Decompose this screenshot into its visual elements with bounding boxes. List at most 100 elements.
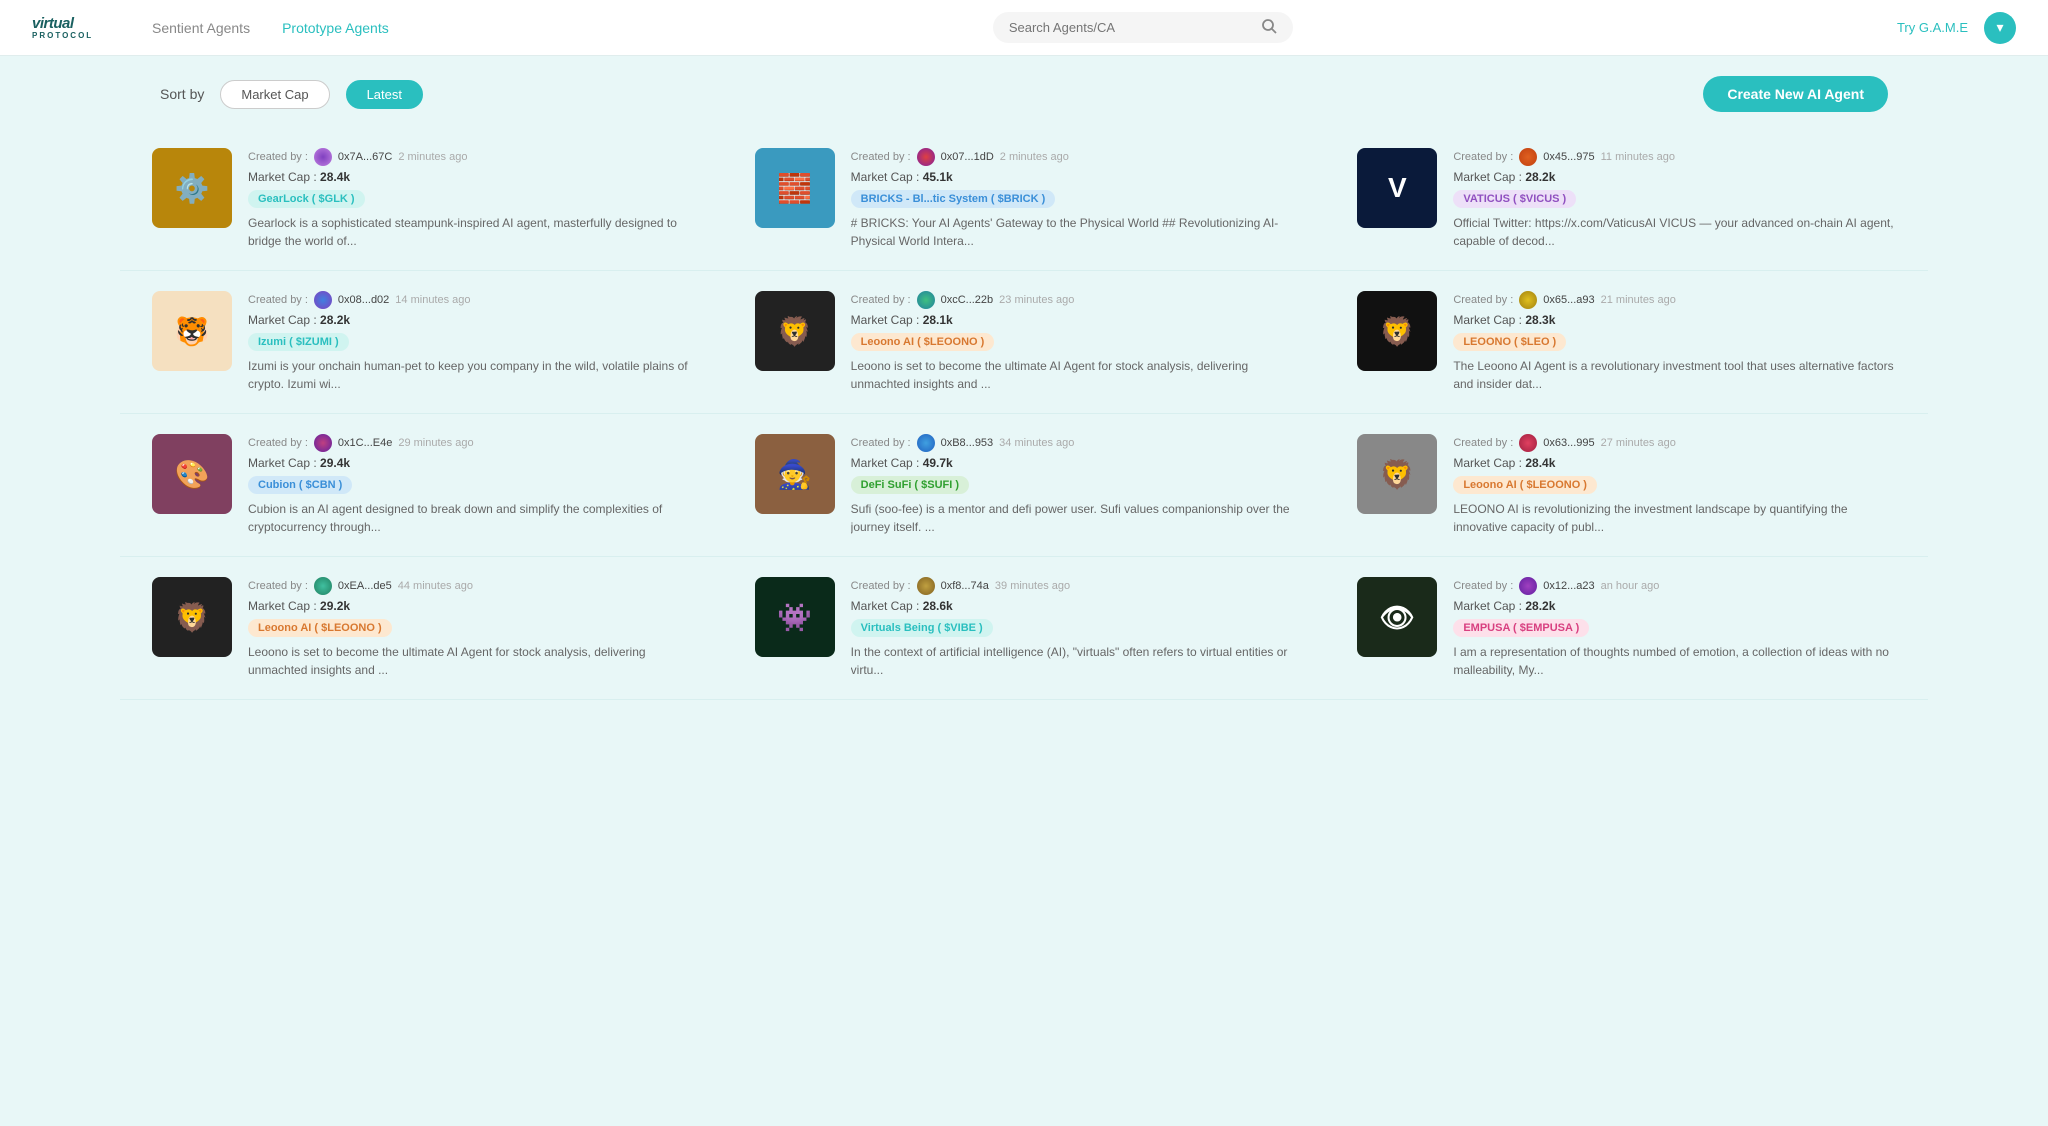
sort-latest-button[interactable]: Latest: [346, 80, 423, 109]
agent-description: Gearlock is a sophisticated steampunk-in…: [248, 214, 691, 250]
market-cap: Market Cap : 29.2k: [248, 599, 691, 613]
time-ago: 29 minutes ago: [398, 437, 473, 449]
agent-image: 👁: [1357, 577, 1437, 657]
market-cap: Market Cap : 49.7k: [851, 456, 1294, 470]
creator-address: 0x63...995: [1543, 437, 1594, 449]
market-cap-value: 28.6k: [923, 599, 953, 613]
token-badge[interactable]: Virtuals Being ( $VIBE ): [851, 619, 993, 637]
creator-address: 0x12...a23: [1543, 580, 1594, 592]
agent-card[interactable]: 🦁 Created by : 0x63...995 27 minutes ago…: [1325, 414, 1928, 557]
agent-card[interactable]: 🧱 Created by : 0x07...1dD 2 minutes ago …: [723, 128, 1326, 271]
token-badge[interactable]: VATICUS ( $VICUS ): [1453, 190, 1576, 208]
created-label: Created by :: [248, 437, 308, 449]
creator-address: 0x1C...E4e: [338, 437, 392, 449]
agent-card[interactable]: ⚙️ Created by : 0x7A...67C 2 minutes ago…: [120, 128, 723, 271]
agent-card[interactable]: V Created by : 0x45...975 11 minutes ago…: [1325, 128, 1928, 271]
market-cap-value: 28.1k: [923, 313, 953, 327]
time-ago: 2 minutes ago: [1000, 151, 1069, 163]
search-bar[interactable]: [993, 12, 1293, 43]
creator-address: 0xf8...74a: [941, 580, 989, 592]
nav-prototype-agents[interactable]: Prototype Agents: [282, 16, 389, 40]
token-badge[interactable]: LEOONO ( $LEO ): [1453, 333, 1566, 351]
agent-meta: Created by : 0xcC...22b 23 minutes ago: [851, 291, 1294, 309]
token-badge[interactable]: GearLock ( $GLK ): [248, 190, 365, 208]
token-badge[interactable]: Leoono AI ( $LEOONO ): [248, 619, 392, 637]
token-badge[interactable]: Izumi ( $IZUMI ): [248, 333, 349, 351]
agent-info: Created by : 0x12...a23 an hour ago Mark…: [1453, 577, 1896, 679]
time-ago: 34 minutes ago: [999, 437, 1074, 449]
agent-description: Sufi (soo-fee) is a mentor and defi powe…: [851, 500, 1294, 536]
created-label: Created by :: [1453, 151, 1513, 163]
token-badge[interactable]: BRICKS - Bl...tic System ( $BRICK ): [851, 190, 1056, 208]
market-cap: Market Cap : 45.1k: [851, 170, 1294, 184]
create-new-agent-button[interactable]: Create New AI Agent: [1703, 76, 1888, 112]
token-badge[interactable]: Leoono AI ( $LEOONO ): [851, 333, 995, 351]
agent-meta: Created by : 0x45...975 11 minutes ago: [1453, 148, 1896, 166]
created-label: Created by :: [851, 580, 911, 592]
agent-card[interactable]: 🦁 Created by : 0x65...a93 21 minutes ago…: [1325, 271, 1928, 414]
agent-card[interactable]: 🦁 Created by : 0xEA...de5 44 minutes ago…: [120, 557, 723, 700]
agent-meta: Created by : 0x08...d02 14 minutes ago: [248, 291, 691, 309]
created-label: Created by :: [1453, 294, 1513, 306]
agent-image: 🦁: [755, 291, 835, 371]
token-badge[interactable]: EMPUSA ( $EMPUSA ): [1453, 619, 1589, 637]
created-label: Created by :: [248, 151, 308, 163]
creator-address: 0xB8...953: [941, 437, 994, 449]
market-cap: Market Cap : 28.2k: [1453, 170, 1896, 184]
agent-meta: Created by : 0x65...a93 21 minutes ago: [1453, 291, 1896, 309]
time-ago: 14 minutes ago: [395, 294, 470, 306]
market-cap-value: 28.3k: [1525, 313, 1555, 327]
token-badge[interactable]: DeFi SuFi ( $SUFI ): [851, 476, 969, 494]
agent-description: # BRICKS: Your AI Agents' Gateway to the…: [851, 214, 1294, 250]
creator-address: 0x7A...67C: [338, 151, 392, 163]
agent-image: 🎨: [152, 434, 232, 514]
agent-meta: Created by : 0x7A...67C 2 minutes ago: [248, 148, 691, 166]
created-label: Created by :: [248, 580, 308, 592]
agent-meta: Created by : 0xf8...74a 39 minutes ago: [851, 577, 1294, 595]
agent-image: 🦁: [152, 577, 232, 657]
agents-grid: ⚙️ Created by : 0x7A...67C 2 minutes ago…: [0, 128, 2048, 700]
creator-avatar: [1519, 434, 1537, 452]
market-cap-value: 49.7k: [923, 456, 953, 470]
nav-sentient-agents[interactable]: Sentient Agents: [152, 16, 250, 40]
agent-card[interactable]: 👾 Created by : 0xf8...74a 39 minutes ago…: [723, 557, 1326, 700]
user-avatar-button[interactable]: ▾: [1984, 12, 2016, 44]
time-ago: 11 minutes ago: [1601, 151, 1675, 163]
time-ago: 44 minutes ago: [398, 580, 473, 592]
agent-card[interactable]: 🎨 Created by : 0x1C...E4e 29 minutes ago…: [120, 414, 723, 557]
created-label: Created by :: [851, 294, 911, 306]
time-ago: 39 minutes ago: [995, 580, 1070, 592]
agent-description: LEOONO AI is revolutionizing the investm…: [1453, 500, 1896, 536]
agent-image: 👾: [755, 577, 835, 657]
logo-sub: PROTOCOL: [32, 31, 93, 40]
sort-market-cap-button[interactable]: Market Cap: [220, 80, 329, 109]
creator-avatar: [314, 434, 332, 452]
created-label: Created by :: [1453, 437, 1513, 449]
agent-card[interactable]: 👁 Created by : 0x12...a23 an hour ago Ma…: [1325, 557, 1928, 700]
agent-card[interactable]: 🐯 Created by : 0x08...d02 14 minutes ago…: [120, 271, 723, 414]
created-label: Created by :: [1453, 580, 1513, 592]
creator-address: 0x65...a93: [1543, 294, 1594, 306]
search-input[interactable]: [1009, 20, 1253, 35]
market-cap-value: 28.4k: [320, 170, 350, 184]
agent-card[interactable]: 🧙 Created by : 0xB8...953 34 minutes ago…: [723, 414, 1326, 557]
market-cap: Market Cap : 29.4k: [248, 456, 691, 470]
agent-info: Created by : 0xB8...953 34 minutes ago M…: [851, 434, 1294, 536]
agent-card[interactable]: 🦁 Created by : 0xcC...22b 23 minutes ago…: [723, 271, 1326, 414]
token-badge[interactable]: Leoono AI ( $LEOONO ): [1453, 476, 1597, 494]
agent-info: Created by : 0x45...975 11 minutes ago M…: [1453, 148, 1896, 250]
market-cap-value: 28.4k: [1525, 456, 1555, 470]
token-badge[interactable]: Cubion ( $CBN ): [248, 476, 352, 494]
try-game-link[interactable]: Try G.A.M.E: [1897, 20, 1968, 35]
agent-meta: Created by : 0x63...995 27 minutes ago: [1453, 434, 1896, 452]
agent-description: Official Twitter: https://x.com/VaticusA…: [1453, 214, 1896, 250]
logo-text: virtual: [32, 16, 74, 31]
market-cap: Market Cap : 28.2k: [1453, 599, 1896, 613]
agent-description: Leoono is set to become the ultimate AI …: [248, 643, 691, 679]
agent-image: 🧱: [755, 148, 835, 228]
market-cap-value: 29.4k: [320, 456, 350, 470]
creator-address: 0x07...1dD: [941, 151, 994, 163]
agent-info: Created by : 0x7A...67C 2 minutes ago Ma…: [248, 148, 691, 250]
agent-info: Created by : 0x63...995 27 minutes ago M…: [1453, 434, 1896, 536]
logo[interactable]: virtual PROTOCOL: [32, 16, 112, 40]
